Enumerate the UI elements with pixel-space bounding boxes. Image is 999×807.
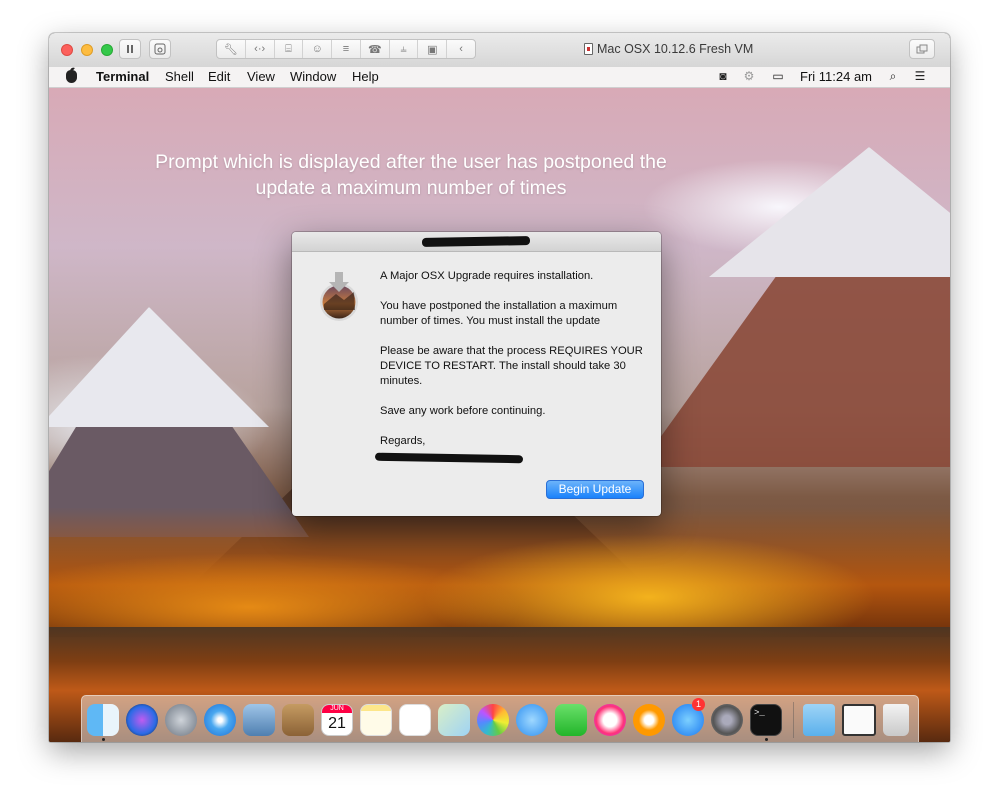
- shared-folder-button[interactable]: ▣: [418, 40, 448, 58]
- contacts-icon[interactable]: [282, 704, 314, 736]
- siri-icon[interactable]: [126, 704, 158, 736]
- dialog-titlebar: [292, 232, 661, 252]
- snapshot-button[interactable]: [149, 39, 171, 59]
- settings-wrench-button[interactable]: 🔧︎: [217, 40, 246, 58]
- zoom-button[interactable]: [101, 44, 113, 56]
- phone-button[interactable]: ☎: [361, 40, 390, 58]
- reminders-icon[interactable]: [399, 704, 431, 736]
- safari-icon[interactable]: [204, 704, 236, 736]
- menu-app-name[interactable]: Terminal: [96, 69, 149, 84]
- dialog-paragraph-1: A Major OSX Upgrade requires installatio…: [380, 270, 594, 282]
- snapshot-icon: [154, 43, 166, 55]
- vm-title-text: Mac OSX 10.12.6 Fresh VM: [597, 42, 754, 56]
- spotlight-search-icon[interactable]: ⌕: [886, 70, 900, 83]
- caption-line-1: Prompt which is displayed after the user…: [155, 151, 667, 173]
- messages-icon[interactable]: [516, 704, 548, 736]
- dialog-paragraph-2: You have postponed the installation a ma…: [380, 300, 618, 327]
- terminal-running-dot: [765, 738, 768, 741]
- dialog-paragraph-3: Please be aware that the process REQUIRE…: [380, 345, 643, 387]
- printer-icon: ≡: [342, 43, 350, 55]
- vm-window: 🔧︎ ‹·› ⌸ ☺ ≡ ☎ ⫨ ▣ ‹ Mac OSX 10.12.6 Fre…: [49, 33, 950, 742]
- vm-toolbar-group: 🔧︎ ‹·› ⌸ ☺ ≡ ☎ ⫨ ▣ ‹: [216, 39, 476, 59]
- annotation-caption: Prompt which is displayed after the user…: [117, 149, 705, 201]
- screen-icon[interactable]: [842, 704, 876, 736]
- wallpaper-snow-left: [49, 307, 269, 427]
- wallpaper-forest: [49, 507, 950, 637]
- fullscreen-button[interactable]: [909, 39, 935, 59]
- calendar-icon[interactable]: JUN 21: [321, 704, 353, 736]
- vm-window-title: Mac OSX 10.12.6 Fresh VM: [584, 42, 753, 56]
- calendar-month: JUN: [322, 705, 352, 713]
- maps-icon[interactable]: [438, 704, 470, 736]
- dialog-message: A Major OSX Upgrade requires installatio…: [380, 269, 650, 464]
- menu-view[interactable]: View: [247, 69, 275, 84]
- dock-separator: [793, 702, 794, 738]
- launchpad-icon[interactable]: [165, 704, 197, 736]
- sharing-button[interactable]: ☺: [303, 40, 333, 58]
- wallpaper-snow-right: [709, 147, 950, 277]
- vm-titlebar: 🔧︎ ‹·› ⌸ ☺ ≡ ☎ ⫨ ▣ ‹ Mac OSX 10.12.6 Fre…: [49, 33, 950, 68]
- window-overlap-icon: [916, 44, 928, 54]
- ibooks-icon[interactable]: [633, 704, 665, 736]
- menu-edit[interactable]: Edit: [208, 69, 230, 84]
- vm-document-icon: [584, 43, 593, 55]
- notification-center-icon[interactable]: ☰: [913, 70, 927, 83]
- printer-button[interactable]: ≡: [332, 40, 361, 58]
- macos-installer-icon: [320, 272, 358, 321]
- menubar-clock[interactable]: Fri 11:24 am: [800, 69, 872, 84]
- chevron-left-icon: ‹: [459, 43, 463, 55]
- close-button[interactable]: [61, 44, 73, 56]
- binoculars-icon[interactable]: ◙: [716, 70, 730, 83]
- phone-icon: ☎: [367, 43, 382, 56]
- begin-update-button[interactable]: Begin Update: [546, 480, 644, 499]
- photos-icon[interactable]: [477, 704, 509, 736]
- network-button[interactable]: ‹·›: [246, 40, 275, 58]
- menu-shell[interactable]: Shell: [165, 69, 194, 84]
- facetime-icon[interactable]: [555, 704, 587, 736]
- arrows-icon: ‹·›: [254, 43, 266, 55]
- folder-icon: ▣: [427, 43, 438, 56]
- wrench-icon: 🔧︎: [223, 43, 238, 56]
- usb-button[interactable]: ⫨: [390, 40, 419, 58]
- finder-icon[interactable]: [87, 704, 119, 736]
- app-store-badge: 1: [692, 698, 705, 711]
- menu-window[interactable]: Window: [290, 69, 336, 84]
- itunes-icon[interactable]: [594, 704, 626, 736]
- collapse-toolbar-button[interactable]: ‹: [447, 40, 475, 58]
- disk-button[interactable]: ⌸: [275, 40, 304, 58]
- macos-menubar: Terminal Shell Edit View Window Help ◙ ⚙…: [49, 67, 950, 88]
- menu-help[interactable]: Help: [352, 69, 379, 84]
- terminal-icon[interactable]: >_: [750, 704, 782, 736]
- redacted-title: [421, 236, 531, 247]
- downloads-folder-icon[interactable]: [803, 704, 835, 736]
- sync-icon[interactable]: ⚙: [742, 70, 756, 83]
- dialog-paragraph-5: Regards,: [380, 435, 426, 447]
- user-icon: ☺: [311, 43, 323, 55]
- guest-desktop: Terminal Shell Edit View Window Help ◙ ⚙…: [49, 67, 950, 742]
- minimize-button[interactable]: [81, 44, 93, 56]
- pause-vm-button[interactable]: [119, 39, 141, 59]
- disk-icon: ⌸: [285, 42, 292, 55]
- finder-running-dot: [102, 738, 105, 741]
- caption-line-2: update a maximum number of times: [255, 177, 567, 199]
- usb-icon: ⫨: [400, 42, 407, 55]
- system-preferences-icon[interactable]: [711, 704, 743, 736]
- notes-icon[interactable]: [360, 704, 392, 736]
- calendar-day: 21: [328, 715, 346, 732]
- mail-icon[interactable]: [243, 704, 275, 736]
- dock: JUN 21 1 >_: [81, 695, 919, 742]
- pause-icon: [127, 45, 133, 53]
- upgrade-dialog: A Major OSX Upgrade requires installatio…: [292, 232, 661, 516]
- apple-menu-icon[interactable]: [66, 70, 77, 83]
- airplay-display-icon[interactable]: ▭: [767, 70, 789, 83]
- trash-icon[interactable]: [883, 704, 909, 736]
- dialog-paragraph-4: Save any work before continuing.: [380, 405, 546, 417]
